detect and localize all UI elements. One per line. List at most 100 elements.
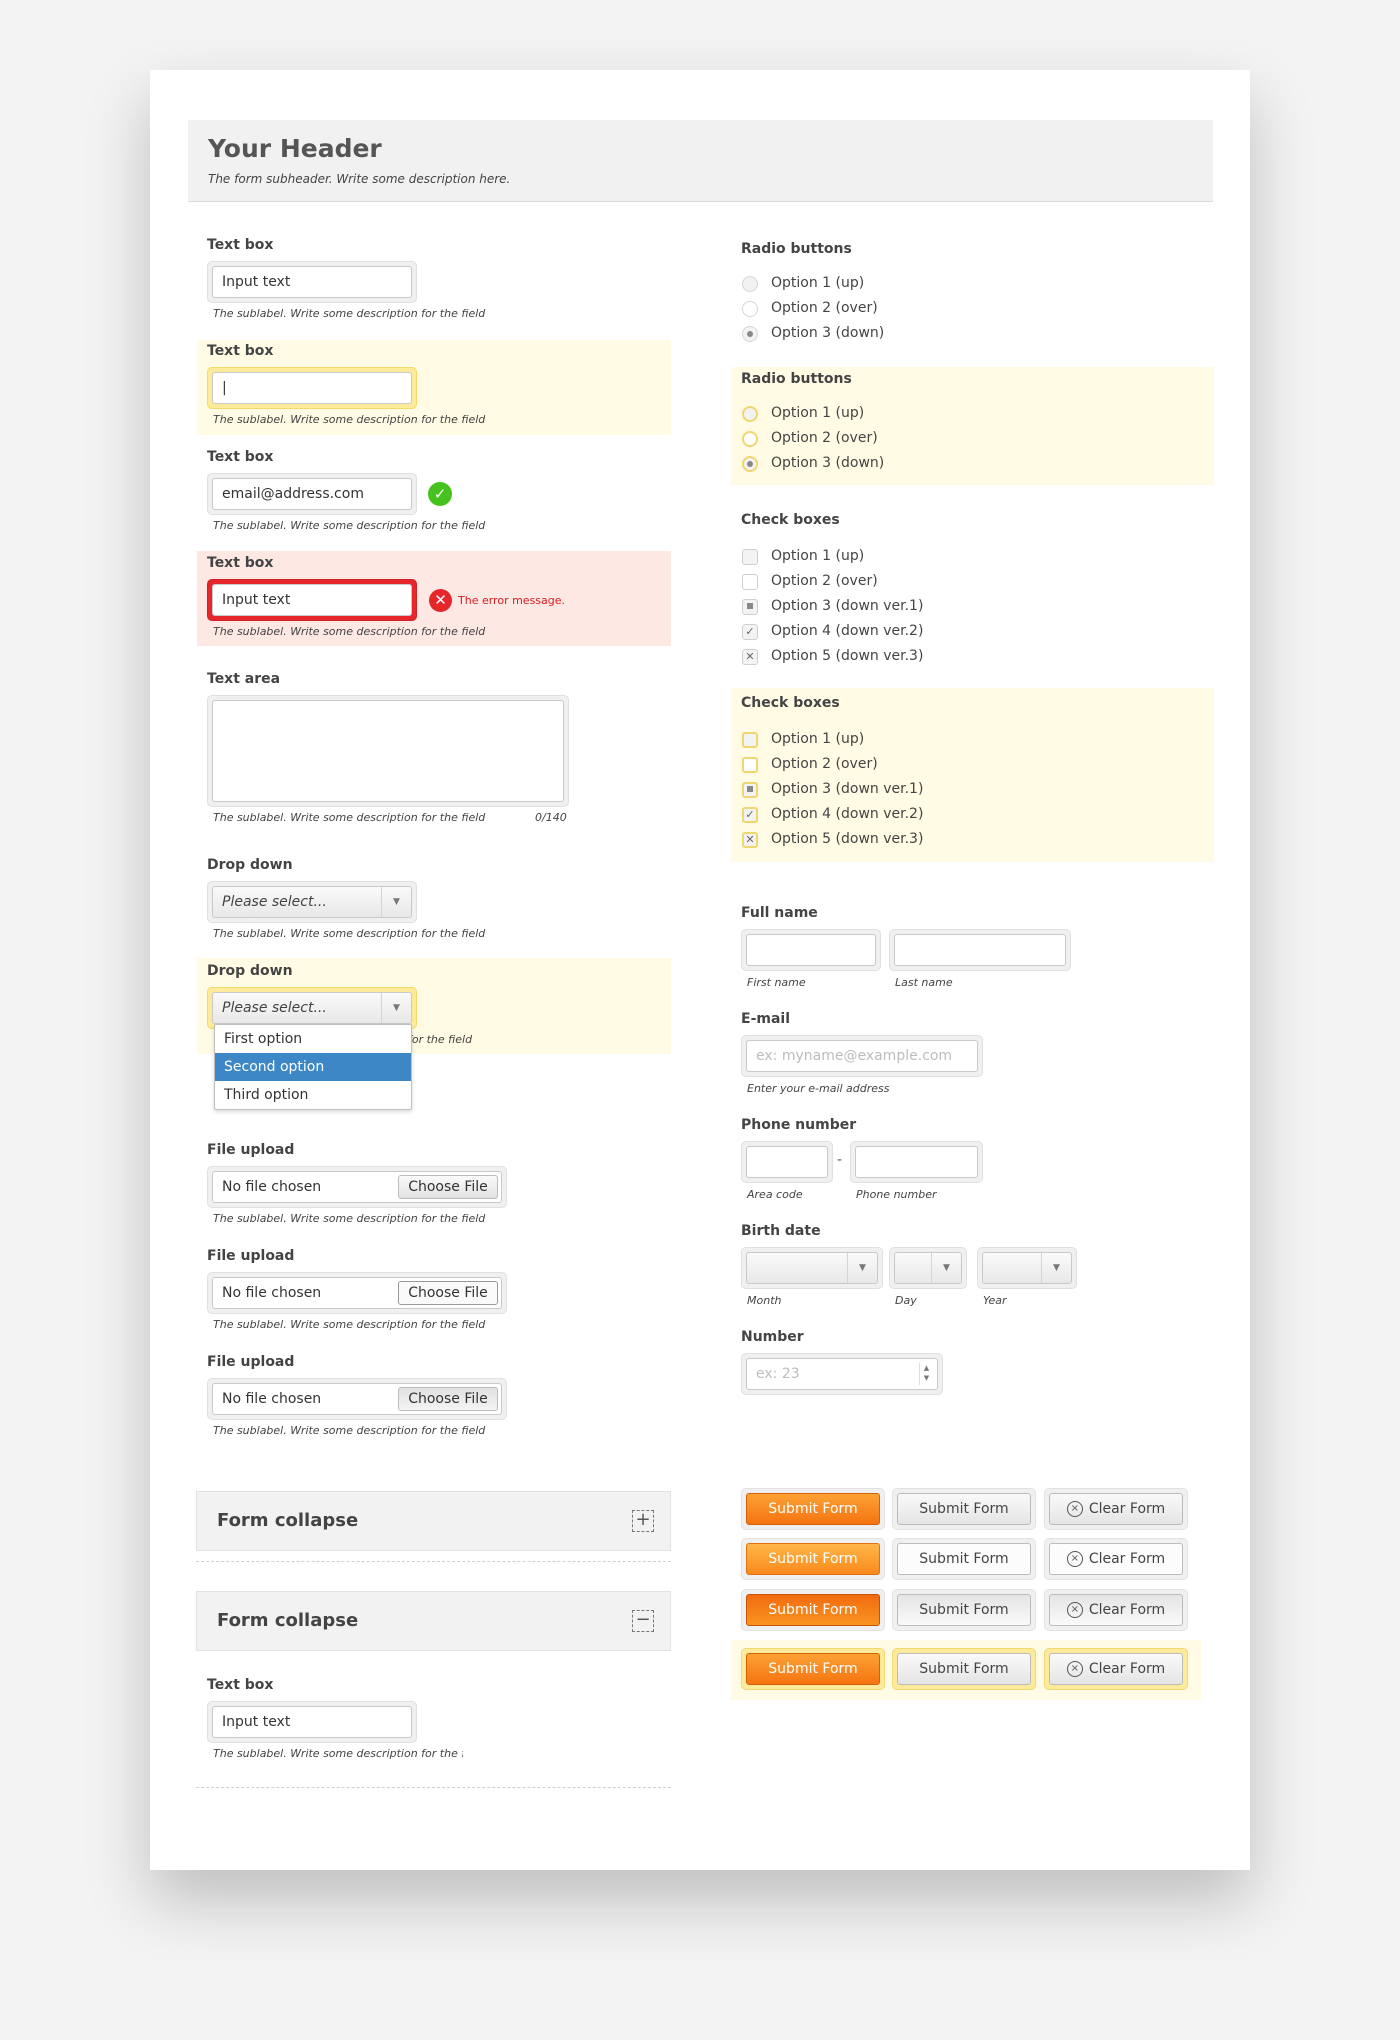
collapse-icon[interactable]: − <box>632 1610 654 1632</box>
first-name-input[interactable] <box>746 934 876 966</box>
submit-button-secondary-hover[interactable]: Submit Form <box>897 1543 1031 1575</box>
checkbox[interactable] <box>742 757 758 773</box>
email-input[interactable]: ex: myname@example.com <box>746 1040 978 1072</box>
valid-check-icon: ✓ <box>428 482 452 506</box>
year-select[interactable]: ▼ <box>982 1252 1072 1284</box>
checkbox-option-label: Option 2 (over) <box>771 573 878 589</box>
submit-button-secondary-pressed[interactable]: Submit Form <box>897 1594 1031 1626</box>
submit-button[interactable]: Submit Form <box>746 1493 880 1525</box>
clear-icon: × <box>1066 1602 1083 1618</box>
textbox-label: Text box <box>207 237 274 253</box>
button-wrapper: × Clear Form <box>1044 1538 1188 1580</box>
expand-icon[interactable]: + <box>632 1510 654 1532</box>
clear-button-pressed[interactable]: × Clear Form <box>1049 1594 1183 1626</box>
clear-button-focused[interactable]: × Clear Form <box>1049 1653 1183 1685</box>
divider <box>196 1561 671 1562</box>
collapse-title: Form collapse <box>217 1510 359 1531</box>
last-name-input[interactable] <box>894 934 1066 966</box>
textarea-input[interactable] <box>212 700 564 802</box>
number-wrapper: ex: 23 ▲ ▼ <box>741 1353 943 1395</box>
month-select[interactable]: ▼ <box>746 1252 878 1284</box>
sublabel: The sublabel. Write some description for… <box>213 1424 486 1437</box>
checkbox-checked-tick[interactable]: ✓ <box>742 807 758 823</box>
radio-button[interactable] <box>742 406 758 422</box>
form-collapse-header[interactable]: Form collapse + <box>196 1491 671 1551</box>
dropdown-option[interactable]: Third option <box>215 1081 411 1109</box>
choose-file-button[interactable]: Choose File <box>398 1281 498 1305</box>
page-subtitle: The form subheader. Write some descripti… <box>208 172 511 186</box>
clear-button[interactable]: × Clear Form <box>1049 1493 1183 1525</box>
month-select-wrapper: ▼ <box>741 1247 883 1289</box>
email-label: E-mail <box>741 1011 791 1027</box>
checkbox-checked-tick[interactable]: ✓ <box>742 624 758 640</box>
file-upload-wrapper: No file chosen Choose File <box>207 1166 507 1208</box>
file-upload-field[interactable]: No file chosen Choose File <box>212 1171 502 1203</box>
checkbox[interactable] <box>742 732 758 748</box>
number-input[interactable]: ex: 23 ▲ ▼ <box>746 1358 938 1390</box>
submit-button-pressed[interactable]: Submit Form <box>746 1594 880 1626</box>
sublabel: The sublabel. Write some description for… <box>213 1747 463 1760</box>
dropdown-option-selected[interactable]: Second option <box>215 1053 411 1081</box>
choose-file-button[interactable]: Choose File <box>398 1387 498 1411</box>
radio-button-selected[interactable] <box>742 326 758 342</box>
page-title: Your Header <box>208 134 382 163</box>
checkbox-option-label: Option 1 (up) <box>771 548 865 564</box>
checkbox-checked-square[interactable] <box>742 782 758 798</box>
collapse-title: Form collapse <box>217 1610 359 1631</box>
button-wrapper: × Clear Form <box>1044 1648 1188 1690</box>
checkbox-group-label: Check boxes <box>741 512 840 528</box>
clear-button-label: Clear Form <box>1088 1602 1166 1618</box>
button-wrapper: × Clear Form <box>1044 1488 1188 1530</box>
submit-button-focused[interactable]: Submit Form <box>746 1653 880 1685</box>
chevron-down-icon: ▼ <box>1041 1253 1071 1283</box>
text-input-error[interactable]: Input text <box>212 584 412 616</box>
email-text-input[interactable]: email@address.com <box>212 478 412 510</box>
radio-button[interactable] <box>742 301 758 317</box>
submit-button-hover[interactable]: Submit Form <box>746 1543 880 1575</box>
day-select[interactable]: ▼ <box>894 1252 962 1284</box>
textbox-label: Text box <box>207 343 274 359</box>
dropdown-menu: First option Second option Third option <box>214 1024 412 1110</box>
file-upload-field[interactable]: No file chosen Choose File <box>212 1277 502 1309</box>
textbox-label: Text box <box>207 449 274 465</box>
checkbox-checked-cross[interactable]: ✕ <box>742 832 758 848</box>
radio-group-label: Radio buttons <box>741 371 852 387</box>
dropdown-option[interactable]: First option <box>215 1025 411 1053</box>
chevron-down-icon: ▼ <box>847 1253 877 1283</box>
choose-file-button[interactable]: Choose File <box>398 1175 498 1199</box>
radio-button[interactable] <box>742 431 758 447</box>
checkbox[interactable] <box>742 549 758 565</box>
checkbox-checked-cross[interactable]: ✕ <box>742 649 758 665</box>
phone-number-input[interactable] <box>855 1146 978 1178</box>
year-hint: Year <box>983 1294 1007 1307</box>
submit-button-secondary[interactable]: Submit Form <box>897 1493 1031 1525</box>
text-input-focused[interactable]: | <box>212 372 412 404</box>
checkbox-group-label: Check boxes <box>741 695 840 711</box>
dropdown-select[interactable]: Please select... ▼ <box>212 886 412 918</box>
button-wrapper: Submit Form <box>892 1589 1036 1631</box>
radio-button-selected[interactable] <box>742 456 758 472</box>
radio-group-label: Radio buttons <box>741 241 852 257</box>
dropdown-select-open[interactable]: Please select... ▼ <box>212 992 412 1024</box>
text-input[interactable]: Input text <box>212 266 412 298</box>
area-code-input[interactable] <box>746 1146 828 1178</box>
dropdown-wrapper: Please select... ▼ <box>207 881 417 923</box>
checkbox[interactable] <box>742 574 758 590</box>
number-placeholder: ex: 23 <box>756 1366 800 1382</box>
day-hint: Day <box>895 1294 917 1307</box>
radio-button[interactable] <box>742 276 758 292</box>
submit-button-secondary-focused[interactable]: Submit Form <box>897 1653 1031 1685</box>
file-upload-wrapper: No file chosen Choose File <box>207 1378 507 1420</box>
checkbox-option-label: Option 4 (down ver.2) <box>771 623 924 639</box>
clear-button-hover[interactable]: × Clear Form <box>1049 1543 1183 1575</box>
form-collapse-header[interactable]: Form collapse − <box>196 1591 671 1651</box>
month-hint: Month <box>747 1294 782 1307</box>
checkbox-checked-square[interactable] <box>742 599 758 615</box>
file-status: No file chosen <box>222 1391 322 1407</box>
clear-icon: × <box>1066 1661 1083 1677</box>
number-spinner-icon[interactable]: ▲ ▼ <box>919 1363 933 1385</box>
area-code-hint: Area code <box>747 1188 803 1201</box>
checkbox-option-label: Option 3 (down ver.1) <box>771 781 924 797</box>
file-upload-field[interactable]: No file chosen Choose File <box>212 1383 502 1415</box>
text-input[interactable]: Input text <box>212 1706 412 1738</box>
